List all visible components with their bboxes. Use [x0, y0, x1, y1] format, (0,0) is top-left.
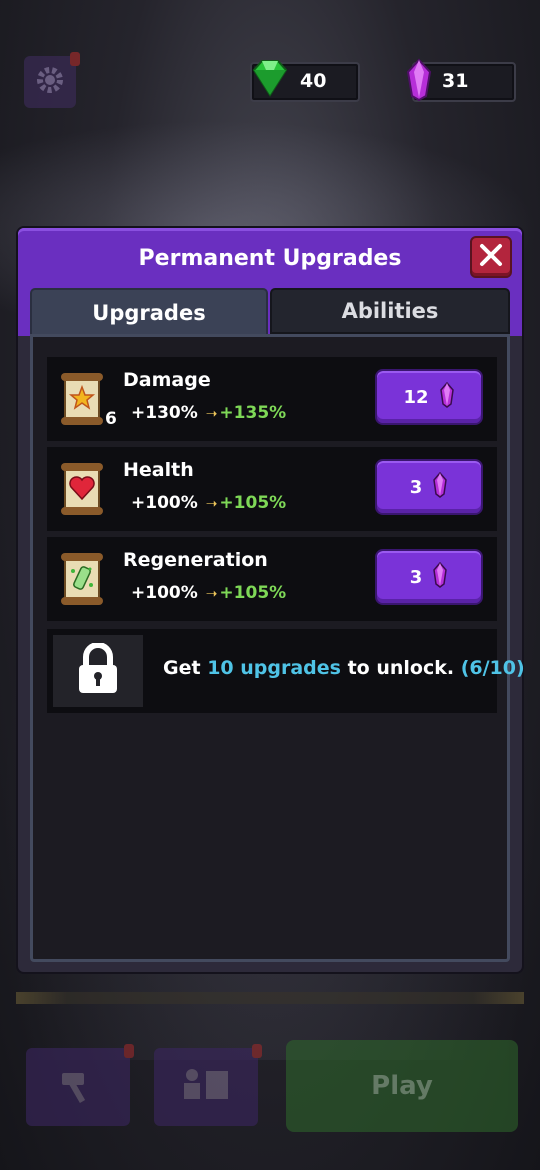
- buy-regeneration-button[interactable]: 3: [375, 549, 483, 605]
- locked-upgrade-row: Get 10 upgrades to unlock. (6/10): [47, 629, 525, 713]
- upgrade-name: Damage: [123, 369, 211, 391]
- notification-badge: [252, 1044, 262, 1058]
- arrow-icon: ➝: [205, 496, 218, 512]
- green-gem-icon: [248, 58, 292, 102]
- upgrade-name: Regeneration: [123, 549, 268, 571]
- upgrade-name: Health: [123, 459, 194, 481]
- forge-button[interactable]: [26, 1044, 134, 1126]
- unlock-text-highlight: 10 upgrades: [207, 657, 341, 679]
- unlock-progress: (6/10): [460, 657, 525, 679]
- close-icon: [479, 243, 503, 271]
- tab-upgrades[interactable]: Upgrades: [30, 288, 268, 338]
- purple-crystal-icon: [432, 561, 448, 593]
- settings-button[interactable]: [24, 52, 80, 108]
- buy-health-button[interactable]: 3: [375, 459, 483, 515]
- upgrade-level: 6: [105, 409, 117, 429]
- next-value: +105%: [219, 583, 287, 603]
- arrow-icon: ➝: [205, 406, 218, 422]
- current-value: +100%: [131, 493, 198, 513]
- tab-abilities[interactable]: Abilities: [270, 288, 510, 334]
- play-button[interactable]: Play: [286, 1040, 518, 1132]
- divider: [16, 992, 524, 1004]
- purple-crystal-icon: [432, 471, 448, 503]
- crystal-counter: 31: [406, 58, 516, 102]
- unlock-text-pre: Get: [163, 657, 208, 679]
- upgrade-row-regeneration: Regeneration +100% ➝ +105% 3: [47, 537, 497, 621]
- cost-value: 3: [409, 566, 423, 588]
- purple-crystal-icon: [404, 58, 434, 106]
- arrow-icon: ➝: [205, 586, 218, 602]
- next-value: +105%: [219, 493, 287, 513]
- upgrade-row-damage: 6 Damage +130% ➝ +135% 12: [47, 357, 497, 441]
- upgrade-values: +100% ➝ +105%: [131, 583, 286, 603]
- items-icon: [180, 1065, 232, 1109]
- health-scroll-icon: [57, 459, 107, 519]
- crystal-count: 31: [442, 70, 469, 92]
- upgrade-row-health: Health +100% ➝ +105% 3: [47, 447, 497, 531]
- unlock-requirement: Get 10 upgrades to unlock. (6/10): [163, 657, 525, 679]
- lock-slot: [53, 635, 143, 707]
- cost-value: 3: [409, 476, 423, 498]
- upgrade-values: +100% ➝ +105%: [131, 493, 286, 513]
- notification-badge: [70, 52, 80, 66]
- gear-icon: [33, 63, 67, 101]
- hammer-icon: [54, 1065, 102, 1109]
- purple-crystal-icon: [439, 381, 455, 413]
- upgrades-list: 6 Damage +130% ➝ +135% 12 Health +100% ➝ +…: [30, 334, 525, 962]
- regeneration-scroll-icon: [57, 549, 107, 609]
- gem-counter: 40: [250, 60, 360, 102]
- damage-scroll-icon: [57, 369, 107, 429]
- panel-header: Permanent Upgrades Upgrades Abilities: [18, 228, 522, 338]
- current-value: +100%: [131, 583, 198, 603]
- inventory-button[interactable]: [154, 1044, 262, 1126]
- buy-damage-button[interactable]: 12: [375, 369, 483, 425]
- gem-count: 40: [300, 70, 327, 92]
- notification-badge: [124, 1044, 134, 1058]
- upgrade-values: +130% ➝ +135%: [131, 403, 286, 423]
- current-value: +130%: [131, 403, 198, 423]
- unlock-text-post: to unlock.: [340, 657, 461, 679]
- permanent-upgrades-panel: Permanent Upgrades Upgrades Abilities 6 …: [18, 228, 525, 972]
- lock-icon: [76, 642, 120, 699]
- panel-title: Permanent Upgrades: [138, 246, 402, 271]
- cost-value: 12: [403, 386, 429, 408]
- next-value: +135%: [219, 403, 287, 423]
- close-button[interactable]: [470, 236, 512, 278]
